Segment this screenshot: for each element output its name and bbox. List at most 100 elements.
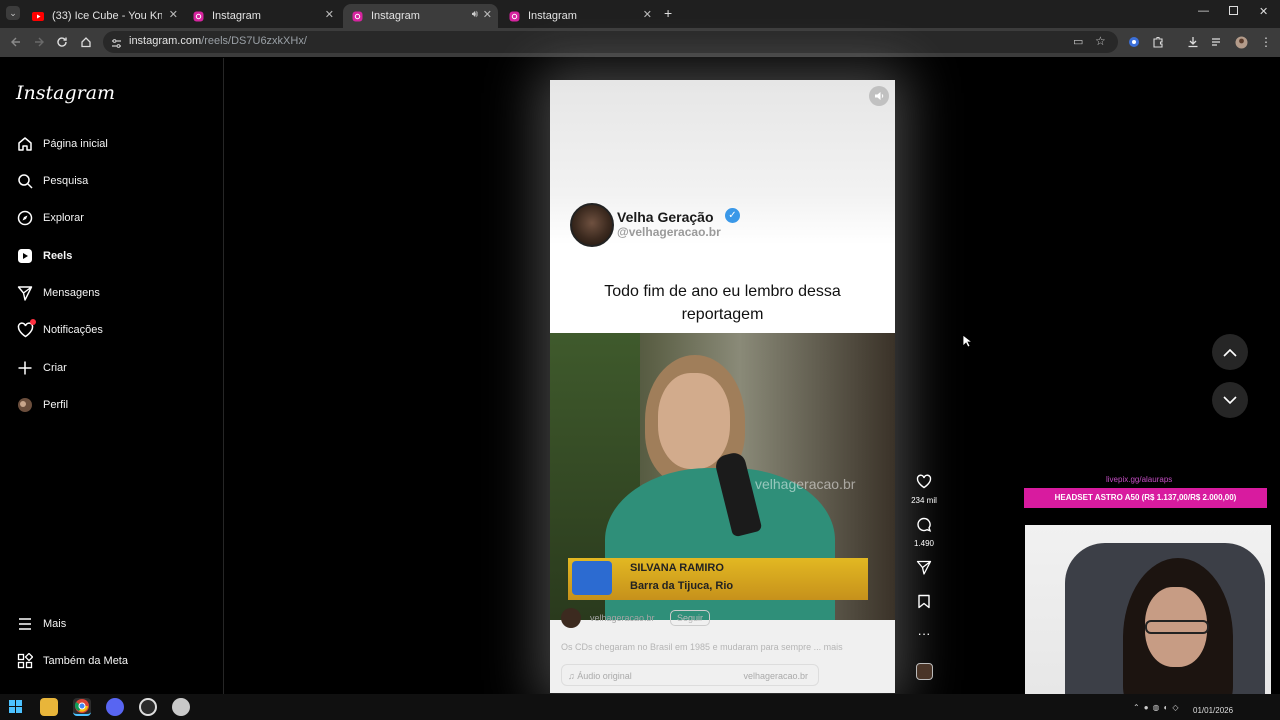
avatar[interactable]: [561, 608, 581, 628]
sidebar-item-label: Página inicial: [43, 138, 108, 150]
close-icon[interactable]: ✕: [325, 8, 334, 21]
instagram-logo[interactable]: Instagram: [16, 82, 115, 104]
sidebar-item-label: Perfil: [43, 399, 69, 411]
sidebar-item-more[interactable]: Mais: [16, 612, 66, 636]
heart-icon: [16, 319, 36, 339]
sidebar-item-home[interactable]: Página inicial: [16, 132, 108, 156]
volume-icon[interactable]: [869, 86, 889, 106]
more-options-icon[interactable]: ···: [911, 626, 937, 641]
like-count: 234 mil: [911, 496, 937, 505]
tab-title: Instagram: [371, 10, 420, 22]
close-window-button[interactable]: ✕: [1259, 5, 1268, 18]
video-frame: velhageracao.br SILVANA RAMIRO Barra da …: [550, 333, 895, 620]
forward-icon[interactable]: [31, 34, 47, 50]
audio-thumbnail[interactable]: [911, 663, 937, 680]
instagram-sidebar: Instagram Página inicial Pesquisa Explor…: [0, 58, 224, 694]
tab-title: Instagram: [212, 10, 261, 22]
previous-reel-button[interactable]: [1212, 334, 1248, 370]
taskbar-date: 01/01/2026: [1193, 706, 1234, 715]
puzzle-icon[interactable]: [1150, 34, 1166, 50]
sidebar-item-search[interactable]: Pesquisa: [16, 169, 88, 193]
channel-avatar: [570, 203, 614, 247]
donation-link: livepix.gg/alauraps: [1106, 475, 1173, 484]
reel-video[interactable]: Velha Geração ✓ @velhageracao.br Todo fi…: [550, 80, 895, 693]
windows-taskbar: ⌃●◍◐◇ 01/01/2026: [0, 694, 1280, 720]
tab-search-button[interactable]: ⌄: [6, 6, 20, 20]
tab-instagram[interactable]: Instagram ✕: [184, 4, 340, 28]
sidebar-item-label: Pesquisa: [43, 175, 89, 187]
url-text: instagram.com/reels/DS7U6zxkXHx/: [129, 35, 307, 47]
save-button[interactable]: [911, 594, 937, 614]
close-icon[interactable]: ✕: [169, 8, 178, 21]
youtube-icon: [32, 10, 44, 22]
more-link[interactable]: mais: [824, 642, 843, 652]
sidebar-item-explore[interactable]: Explorar: [16, 206, 84, 230]
speaker-icon[interactable]: 🔊︎: [472, 9, 478, 20]
instagram-icon: [192, 10, 204, 22]
verified-badge-icon: ✓: [725, 208, 740, 223]
address-bar[interactable]: instagram.com/reels/DS7U6zxkXHx/ ▭ ☆: [103, 31, 1118, 53]
media-controls-icon[interactable]: [1209, 34, 1225, 50]
app-icon[interactable]: [172, 698, 190, 716]
tab-youtube[interactable]: (33) Ice Cube - You Know How I Like It ✕: [24, 4, 184, 28]
chrome-icon[interactable]: [73, 698, 91, 716]
minimize-button[interactable]: —: [1198, 5, 1209, 17]
browser-toolbar: instagram.com/reels/DS7U6zxkXHx/ ▭ ☆ ⋮: [0, 28, 1280, 57]
music-note-icon: ♫: [568, 671, 575, 681]
mouse-cursor: [962, 334, 974, 353]
compass-icon: [16, 209, 34, 227]
description-text: Os CDs chegaram no Brasil em 1985 e muda…: [561, 642, 822, 652]
reporter-face: [658, 373, 730, 469]
sidebar-item-label: Reels: [43, 250, 73, 262]
tab-instagram-active[interactable]: Instagram 🔊︎ ✕: [343, 4, 498, 28]
news-logo: [572, 561, 612, 595]
audio-user: velhageracao.br: [743, 671, 808, 681]
audio-pill[interactable]: ♫ Áudio original velhageracao.br: [561, 664, 819, 686]
home-icon[interactable]: [78, 34, 94, 50]
search-icon: [16, 172, 34, 190]
tab-instagram[interactable]: Instagram ✕: [500, 4, 658, 28]
url-path: /reels/DS7U6zxkXHx/: [201, 35, 307, 47]
follow-button[interactable]: Seguir: [670, 610, 711, 626]
plus-icon: [16, 359, 34, 377]
donation-goal-banner: HEADSET ASTRO A50 (R$ 1.137,00/R$ 2.000,…: [1024, 488, 1267, 508]
close-icon[interactable]: ✕: [483, 8, 492, 21]
new-tab-button[interactable]: +: [664, 5, 672, 21]
reporter-name: SILVANA RAMIRO: [630, 562, 724, 574]
channel-handle: @velhageracao.br: [617, 225, 721, 239]
profile-avatar[interactable]: [1233, 34, 1249, 50]
next-reel-button[interactable]: [1212, 382, 1248, 418]
obs-icon[interactable]: [139, 698, 157, 716]
sidebar-item-profile[interactable]: Perfil: [16, 393, 68, 417]
sidebar-item-label: Notificações: [43, 324, 103, 336]
close-icon[interactable]: ✕: [643, 8, 652, 21]
sidebar-item-label: Mensagens: [43, 287, 100, 299]
reload-icon[interactable]: [54, 34, 70, 50]
sidebar-item-meta[interactable]: Também da Meta: [16, 649, 128, 673]
system-tray-icons[interactable]: ⌃●◍◐◇: [1133, 703, 1183, 712]
bookmark-star-icon[interactable]: ☆: [1095, 34, 1106, 48]
site-info-icon[interactable]: [111, 36, 122, 54]
extension-icon[interactable]: [1126, 34, 1142, 50]
cast-icon[interactable]: ▭: [1073, 35, 1083, 48]
sidebar-item-notifications[interactable]: Notificações: [16, 318, 103, 342]
discord-icon[interactable]: [106, 698, 124, 716]
news-lower-third: SILVANA RAMIRO Barra da Tijuca, Rio: [568, 558, 868, 600]
share-button[interactable]: [911, 560, 937, 580]
windows-start-icon[interactable]: [9, 700, 22, 718]
sidebar-item-messages[interactable]: Mensagens: [16, 281, 100, 305]
reel-username[interactable]: velhageracao.br: [590, 613, 655, 623]
back-icon[interactable]: [8, 34, 24, 50]
sidebar-item-create[interactable]: Criar: [16, 356, 67, 380]
download-icon[interactable]: [1185, 34, 1201, 50]
browser-menu-icon[interactable]: ⋮: [1258, 34, 1274, 50]
restore-button[interactable]: [1229, 6, 1238, 15]
comment-button[interactable]: 1.490: [911, 517, 937, 548]
sidebar-item-reels[interactable]: Reels: [16, 244, 72, 268]
reels-icon: [16, 247, 34, 265]
like-button[interactable]: 234 mil: [911, 474, 937, 505]
url-host: instagram.com: [129, 35, 202, 47]
file-explorer-icon[interactable]: [40, 698, 58, 716]
send-icon: [16, 284, 34, 302]
reel-header-area: Velha Geração ✓ @velhageracao.br Todo fi…: [550, 80, 895, 333]
